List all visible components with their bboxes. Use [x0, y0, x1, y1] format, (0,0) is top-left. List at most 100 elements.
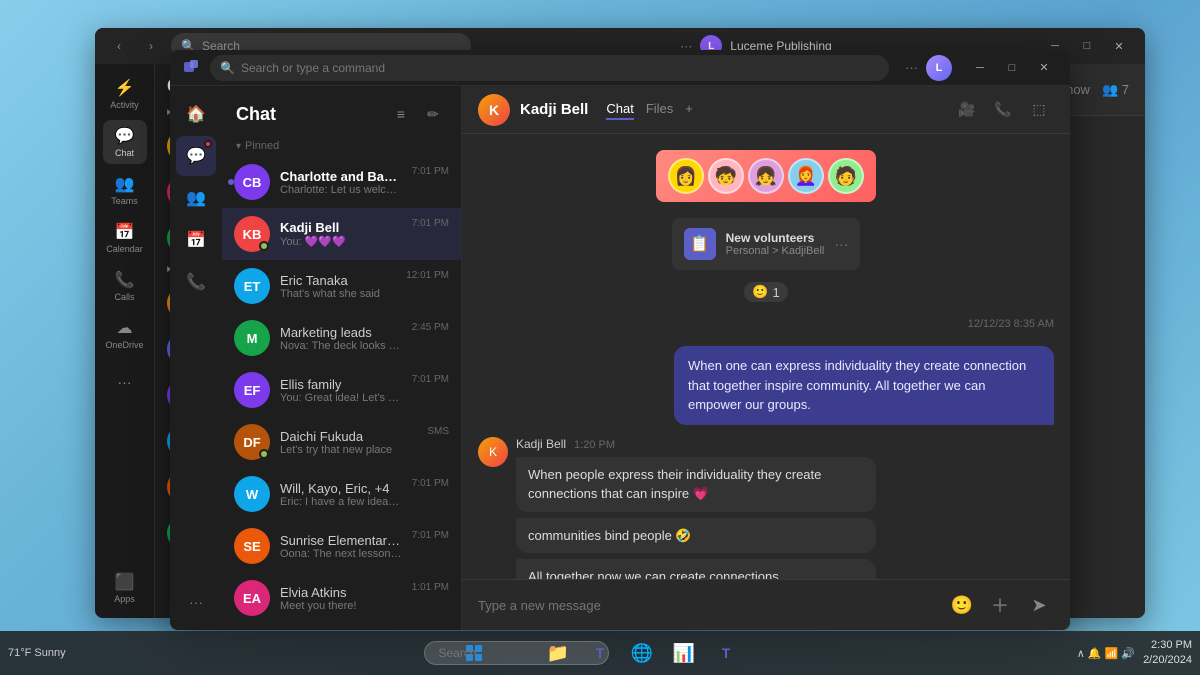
bg-sidebar-chat[interactable]: 💬Chat — [103, 120, 147, 164]
taskbar-teams[interactable]: T — [582, 635, 618, 671]
chat-item-group[interactable]: W Will, Kayo, Eric, +4 Eric: I have a fe… — [222, 468, 461, 520]
fg-sidebar-home[interactable]: 🏠 — [176, 94, 216, 134]
fg-minimize[interactable]: ─ — [966, 54, 994, 82]
bg-sidebar-more[interactable]: ··· — [103, 360, 147, 404]
tab-files[interactable]: Files — [646, 99, 673, 120]
chat-time-daichi: SMS — [427, 426, 449, 437]
chat-time-group: 7:01 PM — [412, 478, 449, 489]
kadji-message-3: All together now we can create connectio… — [516, 559, 876, 579]
chat-preview-elvia: Meet you there! — [280, 600, 402, 612]
bg-sidebar-teams[interactable]: 👥Teams — [103, 168, 147, 212]
chat-item-daichi[interactable]: DF Daichi Fukuda Let's try that new plac… — [222, 416, 461, 468]
chat-preview-charlotte-babak: Charlotte: Let us welcome our new PTA vo… — [280, 184, 402, 196]
action-audio-call[interactable]: 📞 — [988, 95, 1018, 125]
fg-search-placeholder: Search or type a command — [241, 61, 385, 75]
fg-profile-pic[interactable]: L — [926, 55, 952, 81]
notif-reaction-badge[interactable]: 🙂 1 — [744, 282, 787, 302]
action-screen-share[interactable]: ⬚ — [1024, 95, 1054, 125]
bg-participant-count: 👥 7 — [1102, 82, 1129, 98]
fg-sidebar-chat[interactable]: 💬 — [176, 136, 216, 176]
taskbar-left: 71°F Sunny — [8, 647, 66, 659]
chat-preview-eric: That's what she said — [280, 288, 396, 300]
notif-sub: Personal > KadjiBell — [726, 245, 825, 257]
pinned-section-label: Pinned — [222, 136, 461, 156]
chat-item-elvia[interactable]: EA Elvia Atkins Meet you there! 1:01 PM — [222, 572, 461, 624]
taskbar-file-explorer[interactable]: 📁 — [540, 635, 576, 671]
time-display: 2:30 PM — [1143, 638, 1192, 653]
chat-notification-dot — [204, 140, 212, 148]
fg-sidebar-calls[interactable]: 📞 — [176, 262, 216, 302]
chat-preview-kadji: You: 💜💜💜 — [280, 235, 402, 248]
kadji-message-group: K Kadji Bell 1:20 PM When people express… — [478, 437, 1054, 580]
taskbar-edge[interactable]: 🌐 — [624, 635, 660, 671]
fg-ellipsis[interactable]: ··· — [905, 60, 918, 75]
chat-item-charlotte-babak[interactable]: CB Charlotte and Babak Charlotte: Let us… — [222, 156, 461, 208]
notif-reaction-emoji: 🙂 — [752, 284, 768, 300]
action-video-call[interactable]: 🎥 — [952, 95, 982, 125]
chat-item-eric[interactable]: ET Eric Tanaka That's what she said 12:0… — [222, 260, 461, 312]
chat-header-avatar: K — [478, 94, 510, 126]
clock: 2:30 PM 2/20/2024 — [1143, 638, 1192, 669]
bg-sidebar-onedrive[interactable]: ☁OneDrive — [103, 312, 147, 356]
fg-sidebar-teams[interactable]: 👥 — [176, 178, 216, 218]
bg-sidebar-calendar[interactable]: 📅Calendar — [103, 216, 147, 260]
send-btn[interactable]: ➤ — [1024, 590, 1054, 620]
bg-sidebar-activity[interactable]: ⚡Activity — [103, 72, 147, 116]
notif-more-btn[interactable]: ··· — [834, 236, 848, 252]
avatar-kadji: KB — [234, 216, 270, 252]
chat-name-elvia: Elvia Atkins — [280, 585, 402, 600]
kadji-status — [259, 241, 269, 251]
bg-close[interactable]: ✕ — [1105, 32, 1133, 60]
chat-name-eric: Eric Tanaka — [280, 273, 396, 288]
chat-info-sunrise: Sunrise Elementary Volunteers Oona: The … — [280, 533, 402, 560]
message-input[interactable] — [478, 598, 938, 613]
chat-name-ellis: Ellis family — [280, 377, 402, 392]
bg-sidebar-apps[interactable]: ⬛Apps — [103, 566, 147, 610]
daichi-status — [259, 449, 269, 459]
chat-compose-btn[interactable]: ✏ — [419, 100, 447, 128]
chat-item-sunrise[interactable]: SE Sunrise Elementary Volunteers Oona: T… — [222, 520, 461, 572]
taskbar-search[interactable] — [498, 635, 534, 671]
taskbar-center: 📁 T 🌐 📊 T — [456, 635, 744, 671]
attach-btn[interactable]: ＋ — [986, 591, 1014, 619]
bg-sidebar-calls[interactable]: 📞Calls — [103, 264, 147, 308]
chat-time-marketing-leads: 2:45 PM — [412, 322, 449, 333]
chat-info-kadji: Kadji Bell You: 💜💜💜 — [280, 220, 402, 248]
taskbar-search-input[interactable] — [424, 641, 609, 665]
taskbar-teams-2[interactable]: T — [708, 635, 744, 671]
teams-fg-search[interactable]: 🔍 Search or type a command — [210, 55, 889, 81]
chat-preview-group: Eric: I have a few ideas to share — [280, 496, 402, 508]
chat-name-kadji: Kadji Bell — [280, 220, 402, 235]
taskbar-excel[interactable]: 📊 — [666, 635, 702, 671]
notification-card-container: 📋 New volunteers Personal > KadjiBell ··… — [478, 218, 1054, 270]
bg-nav-forward[interactable]: › — [139, 34, 163, 58]
notif-icon: 📋 — [684, 228, 716, 260]
notif-reaction-container: 🙂 1 — [478, 282, 1054, 302]
chat-item-kadji[interactable]: KB Kadji Bell You: 💜💜💜 7:01 PM — [222, 208, 461, 260]
bg-nav-back[interactable]: ‹ — [107, 34, 131, 58]
fg-search-icon: 🔍 — [220, 61, 235, 75]
fg-maximize[interactable]: □ — [998, 54, 1026, 82]
fg-win-controls: ─ □ ✕ — [966, 54, 1058, 82]
emoji-btn[interactable]: 🙂 — [948, 591, 976, 619]
fg-sidebar-more[interactable]: ··· — [176, 582, 216, 622]
fg-close[interactable]: ✕ — [1030, 54, 1058, 82]
collage-avatar-4: 👩‍🦰 — [788, 158, 824, 194]
chat-name-marketing-leads: Marketing leads — [280, 325, 402, 340]
chat-time-sunrise: 7:01 PM — [412, 530, 449, 541]
chat-item-ellis[interactable]: EF Ellis family You: Great idea! Let's g… — [222, 364, 461, 416]
messages-container: 👩 🧒 👧 👩‍🦰 🧑 📋 New volunteers Personal > … — [462, 134, 1070, 579]
chat-preview-ellis: You: Great idea! Let's go ahead and sche… — [280, 392, 402, 404]
system-tray: ∧ 🔔 📶 🔊 — [1077, 647, 1135, 660]
chat-info-elvia: Elvia Atkins Meet you there! — [280, 585, 402, 612]
chat-info-marketing-leads: Marketing leads Nova: The deck looks gre… — [280, 325, 402, 352]
bg-maximize[interactable]: □ — [1073, 32, 1101, 60]
tab-add[interactable]: + — [685, 99, 693, 120]
chat-item-karin[interactable]: KB Karin Blair 12:01 PM — [222, 624, 461, 630]
chat-item-marketing-leads[interactable]: M Marketing leads Nova: The deck looks g… — [222, 312, 461, 364]
chat-time-charlotte-babak: 7:01 PM — [412, 166, 449, 177]
chat-filter-btn[interactable]: ≡ — [387, 100, 415, 128]
fg-sidebar-calendar[interactable]: 📅 — [176, 220, 216, 260]
chat-time-elvia: 1:01 PM — [412, 582, 449, 593]
tab-chat[interactable]: Chat — [606, 99, 633, 120]
